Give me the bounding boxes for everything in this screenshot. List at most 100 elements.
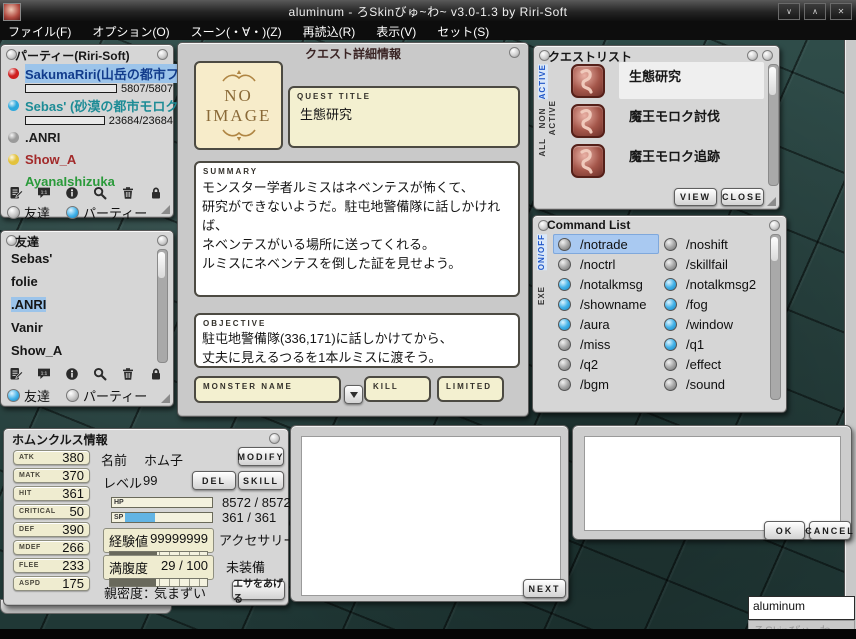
search-icon[interactable] xyxy=(93,367,107,381)
shade-button[interactable]: ∨ xyxy=(778,3,800,20)
tab-friends[interactable]: 友達 xyxy=(7,386,50,405)
close-button[interactable]: CLOSE xyxy=(721,188,764,206)
command-tab-onoff[interactable]: ON/OFF xyxy=(537,234,547,271)
quest-list-scrollbar-thumb[interactable] xyxy=(769,67,776,95)
command-scrollbar-thumb[interactable] xyxy=(771,237,778,261)
quest-row[interactable]: 生態研究 xyxy=(629,66,681,85)
monster-name-dropdown-button[interactable] xyxy=(344,385,363,404)
command-tab-exe[interactable]: EXE xyxy=(537,286,547,305)
command-on-icon xyxy=(664,277,677,291)
panel-dot-icon[interactable] xyxy=(157,49,168,60)
info-icon[interactable] xyxy=(65,367,79,381)
friend-row[interactable]: Show_A xyxy=(11,343,62,359)
friends-panel: 友達 Sebas' folie .ANRI Vanir Show_A 1:1 友達 パー… xyxy=(0,230,174,407)
resize-grip[interactable] xyxy=(161,394,170,403)
homunculus-title: ホムンクルス情報 xyxy=(12,433,108,447)
trash-icon[interactable] xyxy=(121,367,135,381)
edit-note-icon[interactable] xyxy=(9,186,24,200)
chat-1to1-icon[interactable]: 1:1 xyxy=(37,186,51,200)
party-member[interactable]: SakumaRiri(山岳の都市フェ 5807/5807 xyxy=(1,63,192,95)
friends-scrollbar-thumb[interactable] xyxy=(158,252,165,278)
command-item[interactable]: /sound xyxy=(659,374,765,394)
command-item[interactable]: /skillfail xyxy=(659,254,765,274)
skin-name-input[interactable]: aluminum xyxy=(748,596,855,620)
accessory-label: アクセサリー xyxy=(219,533,297,548)
command-item[interactable]: /miss xyxy=(553,334,659,354)
party-member[interactable]: Sebas' (砂漠の都市モロク) 23684/23684 xyxy=(1,97,183,127)
resize-grip[interactable] xyxy=(161,205,170,214)
command-item[interactable]: /noctrl xyxy=(553,254,659,274)
hp-bar-track xyxy=(25,84,117,93)
panel-dot-icon[interactable] xyxy=(769,220,780,231)
level-value: 99 xyxy=(143,473,158,488)
tab-party[interactable]: パーティー xyxy=(66,203,147,222)
delete-button[interactable]: DEL xyxy=(192,471,236,490)
command-item[interactable]: /q2 xyxy=(553,354,659,374)
panel-dot-icon[interactable] xyxy=(762,50,773,61)
chat-1to1-icon[interactable]: 1:1 xyxy=(37,367,51,381)
command-item[interactable]: /noshift xyxy=(659,234,765,254)
friends-scrollbar[interactable] xyxy=(157,249,168,363)
name-value: ホム子 xyxy=(144,453,184,468)
quest-tab-active[interactable]: ACTIVE xyxy=(538,64,548,100)
next-button[interactable]: NEXT xyxy=(523,579,566,598)
quest-row[interactable]: 魔王モロク追跡 xyxy=(629,146,720,165)
main-vertical-scrollbar[interactable] xyxy=(844,40,856,631)
command-item[interactable]: /effect xyxy=(659,354,765,374)
info-icon[interactable] xyxy=(65,186,79,200)
command-item[interactable]: /notalkmsg xyxy=(553,274,659,294)
quest-row[interactable]: 魔王モロク討伐 xyxy=(629,106,720,125)
friend-row[interactable]: .ANRI xyxy=(11,297,62,313)
party-member[interactable]: .ANRI xyxy=(1,129,173,145)
view-button[interactable]: VIEW xyxy=(674,188,717,206)
friend-row[interactable]: Vanir xyxy=(11,320,62,336)
command-item[interactable]: /aura xyxy=(553,314,659,334)
friend-row[interactable]: Sebas' xyxy=(11,251,62,267)
quest-tab-all[interactable]: ALL xyxy=(538,138,548,157)
command-item[interactable]: /notalkmsg2 xyxy=(659,274,765,294)
menu-item-0[interactable]: ファイル(F) xyxy=(8,23,71,40)
quest-tab-nonactive[interactable]: NON ACTIVE xyxy=(538,100,558,135)
tab-party[interactable]: パーティー xyxy=(66,386,147,405)
panel-dot-icon[interactable] xyxy=(747,50,758,61)
unshade-button[interactable]: ∧ xyxy=(804,3,826,20)
command-list-panel: Command List ON/OFF EXE /notrade/noshift /… xyxy=(532,215,787,413)
sp-value: 361 / 361 xyxy=(222,510,277,525)
feed-button[interactable]: エサをあげる xyxy=(232,579,285,605)
panel-dot-icon[interactable] xyxy=(509,47,520,58)
trash-icon[interactable] xyxy=(121,186,135,200)
tab-friends[interactable]: 友達 xyxy=(7,203,50,222)
friend-row[interactable]: folie xyxy=(11,274,62,290)
ok-button[interactable]: OK xyxy=(764,521,805,540)
command-item[interactable]: /q1 xyxy=(659,334,765,354)
cancel-button[interactable]: CANCEL xyxy=(805,521,853,540)
command-item[interactable]: /fog xyxy=(659,294,765,314)
close-button[interactable]: ✕ xyxy=(830,3,852,20)
svg-text:1:1: 1:1 xyxy=(41,370,48,375)
modify-button[interactable]: MODIFY xyxy=(238,447,284,466)
command-item[interactable]: /window xyxy=(659,314,765,334)
hp-bar-track xyxy=(25,116,105,125)
menu-item-1[interactable]: オプション(O) xyxy=(92,23,169,40)
edit-note-icon[interactable] xyxy=(9,367,24,381)
command-scrollbar[interactable] xyxy=(770,234,781,400)
stat-box: FLEE 233 xyxy=(13,558,90,573)
resize-grip[interactable] xyxy=(767,197,776,206)
menu-item-3[interactable]: 再読込(R) xyxy=(303,23,356,40)
skill-button[interactable]: SKILL xyxy=(238,471,284,490)
quest-list-scrollbar[interactable] xyxy=(768,64,779,186)
menu-item-4[interactable]: 表示(V) xyxy=(376,23,416,40)
command-item[interactable]: /bgm xyxy=(553,374,659,394)
party-member[interactable]: Show_A xyxy=(1,151,173,167)
panel-dot-icon[interactable] xyxy=(269,433,280,444)
monster-name-combo[interactable]: MONSTER NAME xyxy=(194,376,341,403)
command-item[interactable]: /showname xyxy=(553,294,659,314)
search-icon[interactable] xyxy=(93,186,107,200)
menu-item-5[interactable]: セット(S) xyxy=(437,23,489,40)
tab-friends-label: 友達 xyxy=(24,206,51,221)
lock-icon[interactable] xyxy=(149,367,163,381)
menu-item-2[interactable]: スーン(・∀・)(Z) xyxy=(191,23,282,40)
command-item[interactable]: /notrade xyxy=(553,234,659,254)
panel-dot-icon[interactable] xyxy=(157,235,168,246)
lock-icon[interactable] xyxy=(149,186,163,200)
